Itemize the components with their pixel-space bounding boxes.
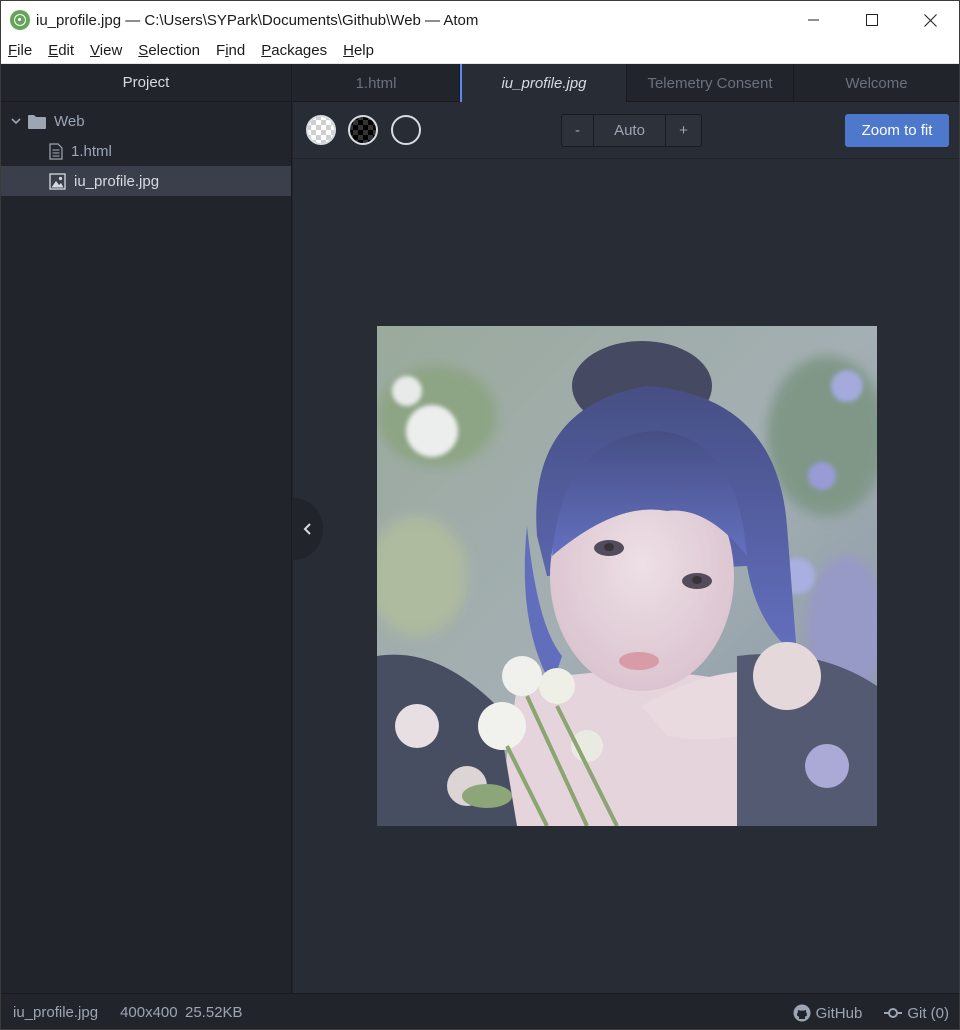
zoom-out-button[interactable]: - — [562, 115, 594, 146]
window-title: iu_profile.jpg — C:\Users\SYPark\Documen… — [36, 11, 479, 29]
menu-packages-rest: ackages — [271, 42, 328, 59]
tree-file-label: 1.html — [71, 142, 112, 160]
tab-welcome[interactable]: Welcome — [794, 64, 959, 102]
menu-find[interactable]: Find — [208, 39, 253, 63]
status-left: iu_profile.jpg 400x400 — [1, 1004, 200, 1021]
github-tab-button[interactable]: GitHub — [793, 1004, 863, 1022]
menu-file-rest: ile — [17, 42, 33, 59]
github-label: GitHub — [815, 1004, 863, 1022]
menu-view-rest: iew — [99, 42, 123, 59]
window-controls — [785, 1, 959, 39]
image-toolbar: - Auto + Zoom to fit — [293, 102, 959, 159]
menu-bar: File Edit View Selection Find Packages H… — [1, 39, 959, 64]
tree-folder-web[interactable]: Web — [1, 106, 291, 136]
tab-bar: 1.html iu_profile.jpg Telemetry Consent … — [293, 64, 959, 102]
status-filename[interactable]: iu_profile.jpg — [13, 1004, 98, 1021]
zoom-level-button[interactable]: Auto — [594, 115, 666, 146]
chevron-left-icon — [303, 523, 311, 535]
menu-view-accel: V — [90, 42, 100, 59]
file-tree: Web 1.html iu_profile.jpg — [1, 102, 291, 196]
zoom-in-button[interactable]: + — [666, 115, 701, 146]
menu-find-first: F — [216, 42, 226, 59]
menu-packages[interactable]: Packages — [253, 39, 335, 63]
menu-selection-accel: S — [138, 42, 149, 59]
close-icon — [923, 13, 937, 27]
status-right: GitHub Git (0) — [771, 994, 949, 1029]
github-icon — [793, 1004, 811, 1022]
folder-icon — [28, 114, 46, 129]
background-white-button[interactable] — [306, 115, 336, 145]
menu-edit[interactable]: Edit — [40, 39, 82, 63]
tab-iu-profile[interactable]: iu_profile.jpg — [460, 64, 627, 102]
git-commit-icon — [884, 1008, 903, 1018]
tab-telemetry-consent[interactable]: Telemetry Consent — [627, 64, 794, 102]
menu-edit-accel: E — [48, 42, 59, 59]
menu-find-rest: nd — [228, 42, 246, 59]
tree-file-iu-profile[interactable]: iu_profile.jpg — [1, 166, 291, 196]
menu-edit-rest: dit — [58, 42, 75, 59]
git-tab-button[interactable]: Git (0) — [884, 1005, 949, 1022]
menu-help-accel: H — [343, 42, 354, 59]
status-bar: iu_profile.jpg 400x400 25.52KB GitHub Gi… — [1, 993, 959, 1029]
menu-packages-accel: P — [261, 42, 272, 59]
background-black-button[interactable] — [348, 115, 378, 145]
maximize-button[interactable] — [843, 1, 901, 39]
image-preview — [377, 326, 877, 826]
menu-selection-rest: election — [148, 42, 201, 59]
menu-help[interactable]: Help — [335, 39, 382, 63]
maximize-icon — [866, 14, 878, 26]
project-panel: Project Web 1.html iu_profile.jpg — [1, 64, 292, 993]
zoom-to-fit-button[interactable]: Zoom to fit — [845, 114, 949, 147]
status-size: 25.52KB — [185, 1004, 243, 1021]
minimize-icon — [808, 19, 819, 21]
zoom-controls: - Auto + — [561, 114, 702, 147]
portrait-photo — [377, 326, 877, 826]
tree-file-1-html[interactable]: 1.html — [1, 136, 291, 166]
menu-help-rest: elp — [353, 42, 374, 59]
minimize-button[interactable] — [785, 1, 843, 39]
atom-window: iu_profile.jpg — C:\Users\SYPark\Documen… — [0, 0, 960, 1030]
chevron-down-icon — [11, 118, 21, 125]
tree-file-label: iu_profile.jpg — [74, 172, 160, 190]
image-view: - Auto + Zoom to fit — [293, 102, 959, 993]
git-label: Git (0) — [907, 1004, 949, 1022]
background-transparent-button[interactable] — [391, 115, 421, 145]
tab-1-html[interactable]: 1.html — [293, 64, 460, 102]
close-button[interactable] — [901, 1, 959, 39]
menu-selection[interactable]: Selection — [130, 39, 208, 63]
file-text-icon — [49, 142, 63, 160]
menu-view[interactable]: View — [82, 39, 130, 63]
menu-file[interactable]: File — [1, 39, 40, 63]
atom-logo-icon — [10, 10, 30, 30]
tree-folder-label: Web — [54, 112, 85, 130]
project-panel-header[interactable]: Project — [1, 64, 291, 102]
status-dimensions: 400x400 — [120, 1004, 178, 1021]
file-image-icon — [49, 172, 66, 190]
title-bar: iu_profile.jpg — C:\Users\SYPark\Documen… — [1, 1, 959, 39]
menu-file-accel: F — [8, 42, 18, 59]
